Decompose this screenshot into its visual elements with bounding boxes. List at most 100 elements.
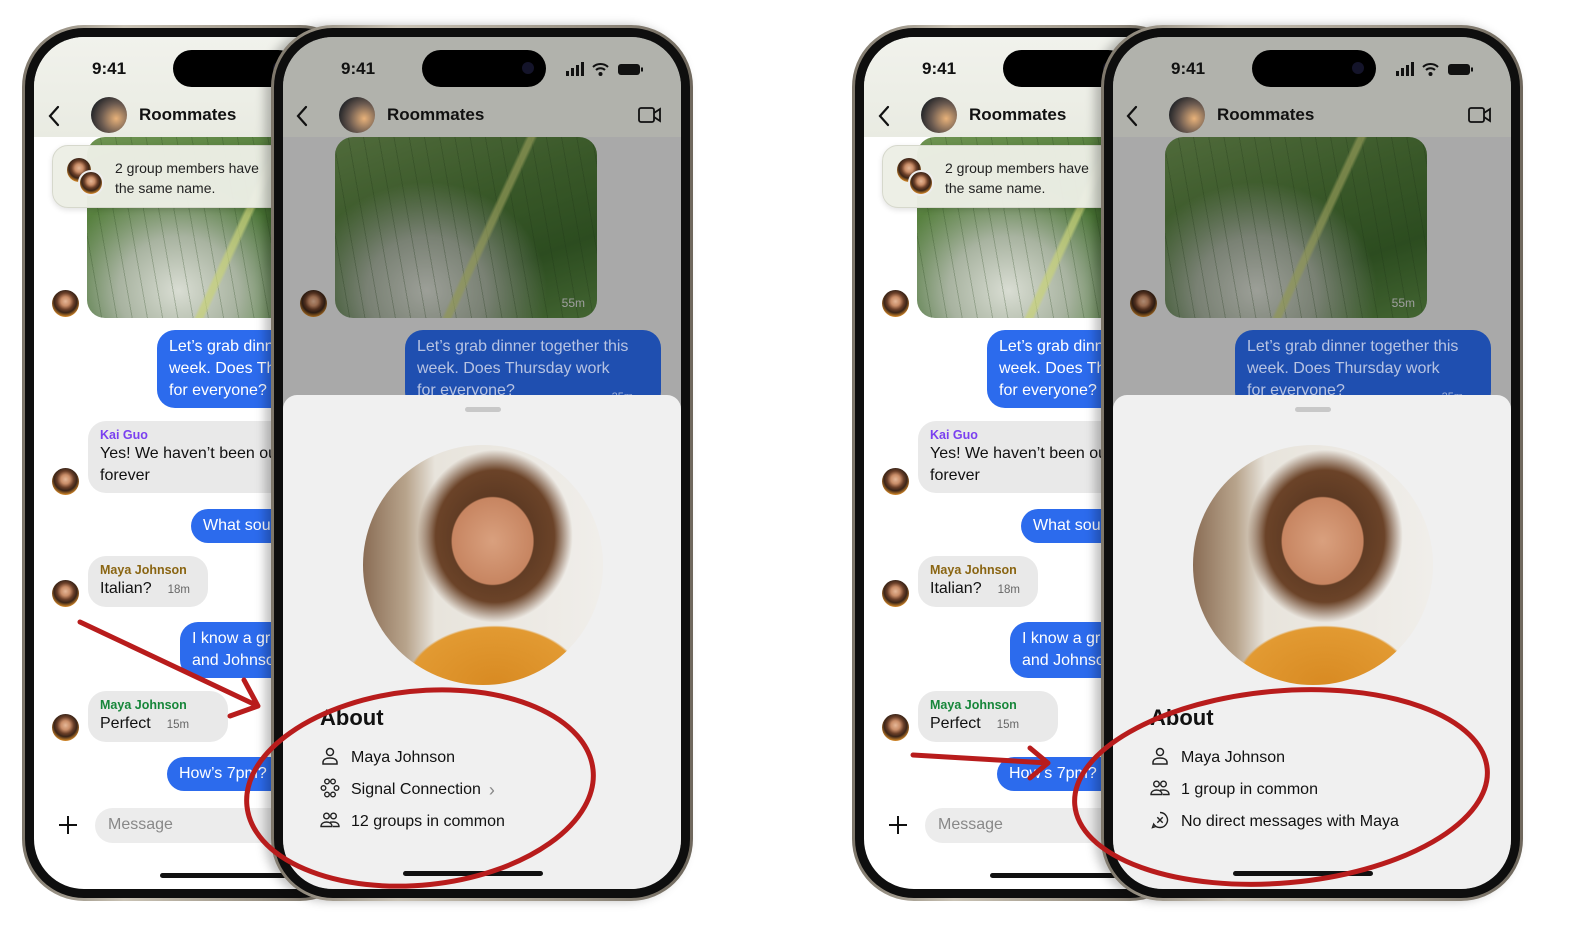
plus-icon[interactable] xyxy=(58,815,78,835)
video-call-icon[interactable] xyxy=(638,106,662,124)
sender-name: Maya Johnson xyxy=(930,563,1017,577)
phone-front: 55m 9:41 Roommates Let’s grab dinner tog… xyxy=(271,25,693,901)
sender-name: Maya Johnson xyxy=(100,563,187,577)
about-row: Maya Johnson xyxy=(1150,746,1285,770)
group-avatar[interactable] xyxy=(91,97,127,133)
dynamic-island xyxy=(1252,50,1376,87)
about-row-label: Maya Johnson xyxy=(351,749,456,766)
status-icons xyxy=(566,62,643,76)
sheet-grabber[interactable] xyxy=(1295,407,1331,412)
status-time: 9:41 xyxy=(341,59,376,78)
dynamic-island xyxy=(422,50,546,87)
sheet-grabber[interactable] xyxy=(465,407,501,412)
about-row-label: 12 groups in common xyxy=(351,813,505,830)
status-time: 9:41 xyxy=(922,59,957,78)
person-icon xyxy=(320,746,351,771)
message-bubble[interactable]: Maya Johnson Perfect 15m xyxy=(88,691,228,742)
about-row: 12 groups in common xyxy=(320,810,505,834)
about-heading: About xyxy=(1150,705,1214,730)
message-text: Let’s grab dinner together this week. Do… xyxy=(1247,338,1459,399)
chevron-right-icon: › xyxy=(488,779,495,800)
phone-front: 55m 9:41 Roommates Let’s grab dinner tog… xyxy=(1101,25,1523,901)
status-time: 9:41 xyxy=(92,59,127,78)
profile-sheet: About Maya Johnson 1 group in common No … xyxy=(1113,395,1511,889)
back-chevron-icon[interactable] xyxy=(295,105,309,127)
sender-avatar[interactable] xyxy=(52,580,79,607)
back-chevron-icon[interactable] xyxy=(1125,105,1139,127)
back-chevron-icon[interactable] xyxy=(47,105,61,127)
group-icon xyxy=(320,810,351,835)
message-text: Yes! We haven’t been out forever xyxy=(100,445,281,484)
about-row[interactable]: Signal Connection › xyxy=(320,778,495,802)
plus-icon[interactable] xyxy=(888,815,908,835)
shared-image[interactable]: 55m xyxy=(335,137,597,318)
group-avatar[interactable] xyxy=(339,97,375,133)
about-row-label: No direct messages with Maya xyxy=(1181,813,1399,830)
phone-pair-1: 9:41 Roommates 2 group members have the … xyxy=(0,0,720,932)
about-row: 1 group in common xyxy=(1150,778,1318,802)
no-messages-icon xyxy=(1150,810,1181,835)
sender-avatar[interactable] xyxy=(882,468,909,495)
home-indicator xyxy=(403,871,543,876)
about-row: No direct messages with Maya xyxy=(1150,810,1399,834)
member-avatar xyxy=(908,170,934,196)
conversation-title[interactable]: Roommates xyxy=(139,105,236,125)
profile-sheet-screen: 55m 9:41 Roommates Let’s grab dinner tog… xyxy=(1113,37,1511,889)
profile-photo xyxy=(363,445,603,685)
profile-sheet-screen: 55m 9:41 Roommates Let’s grab dinner tog… xyxy=(283,37,681,889)
video-call-icon[interactable] xyxy=(1468,106,1492,124)
image-time: 55m xyxy=(561,296,585,310)
sender-avatar[interactable] xyxy=(52,468,79,495)
home-indicator xyxy=(1233,871,1373,876)
message-time: 15m xyxy=(996,719,1020,731)
shared-image[interactable]: 55m xyxy=(1165,137,1427,318)
message-text: Italian? xyxy=(100,580,152,597)
conversation-title[interactable]: Roommates xyxy=(1217,105,1314,125)
group-icon xyxy=(1150,778,1181,803)
conversation-title[interactable]: Roommates xyxy=(969,105,1066,125)
message-text: Perfect xyxy=(930,715,981,732)
sender-avatar[interactable] xyxy=(882,580,909,607)
group-avatar[interactable] xyxy=(921,97,957,133)
about-row-label: Signal Connection xyxy=(351,781,481,798)
profile-photo xyxy=(1193,445,1433,685)
sender-avatar[interactable] xyxy=(52,290,79,317)
conversation-title[interactable]: Roommates xyxy=(387,105,484,125)
about-row-label: Maya Johnson xyxy=(1181,749,1286,766)
message-bubble[interactable]: Maya Johnson Perfect 15m xyxy=(918,691,1058,742)
message-time: 18m xyxy=(997,584,1020,596)
sender-avatar[interactable] xyxy=(882,714,909,741)
phone-pair-2: 9:41 Roommates 2 group members have the … xyxy=(830,0,1550,932)
image-time: 55m xyxy=(1391,296,1415,310)
message-bubble[interactable]: Maya Johnson Italian? 18m xyxy=(88,556,208,607)
group-avatar[interactable] xyxy=(1169,97,1205,133)
profile-sheet: About Maya Johnson Signal Connection › 1… xyxy=(283,395,681,889)
about-row-label: 1 group in common xyxy=(1181,781,1318,798)
message-text: Let’s grab dinner together this week. Do… xyxy=(417,338,629,399)
about-row: Maya Johnson xyxy=(320,746,455,770)
sender-avatar[interactable] xyxy=(882,290,909,317)
message-text: Italian? xyxy=(930,580,982,597)
message-placeholder: Message xyxy=(108,816,173,833)
home-indicator xyxy=(990,873,1130,878)
message-text: Perfect xyxy=(100,715,151,732)
message-time: 18m xyxy=(167,584,190,596)
message-placeholder: Message xyxy=(938,816,1003,833)
about-heading: About xyxy=(320,705,384,730)
notice-text: 2 group members have the same name. xyxy=(945,160,1089,196)
message-bubble[interactable]: Maya Johnson Italian? 18m xyxy=(918,556,1038,607)
sender-name: Maya Johnson xyxy=(930,698,1017,712)
sender-avatar[interactable] xyxy=(1130,290,1157,317)
signal-connection-icon xyxy=(320,778,351,803)
notice-text: 2 group members have the same name. xyxy=(115,160,259,196)
sender-avatar[interactable] xyxy=(300,290,327,317)
home-indicator xyxy=(160,873,300,878)
sender-name: Maya Johnson xyxy=(100,698,187,712)
message-text: Yes! We haven’t been out forever xyxy=(930,445,1111,484)
status-icons xyxy=(1396,62,1473,76)
member-avatar xyxy=(78,170,104,196)
back-chevron-icon[interactable] xyxy=(877,105,891,127)
sender-avatar[interactable] xyxy=(52,714,79,741)
person-icon xyxy=(1150,746,1181,771)
status-time: 9:41 xyxy=(1171,59,1206,78)
